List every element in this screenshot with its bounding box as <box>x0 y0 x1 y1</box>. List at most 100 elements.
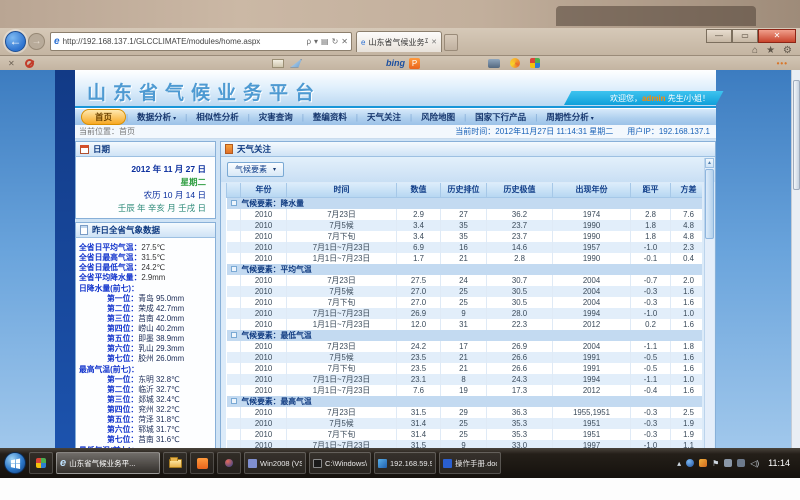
explorer-button[interactable] <box>163 452 187 474</box>
nav-item-4[interactable]: 整编资料 <box>304 110 356 124</box>
table-row[interactable]: 20107月下旬27.02530.52004-0.31.6 <box>227 297 703 308</box>
forward-button[interactable]: → <box>28 33 45 50</box>
taskbar-window-button[interactable]: Win2008 (VS2... <box>244 452 306 474</box>
cell: 19 <box>441 385 487 396</box>
home-icon[interactable]: ⌂ <box>752 45 758 56</box>
scroll-up-icon[interactable]: ▲ <box>705 158 714 168</box>
back-button[interactable]: ← <box>5 31 26 52</box>
table-row[interactable]: 20107月5候31.42535.31951-0.31.9 <box>227 418 703 429</box>
collapse-icon[interactable] <box>231 266 237 272</box>
orange-search-icon[interactable]: P <box>409 58 420 69</box>
player-app-button[interactable] <box>217 452 241 474</box>
table-row[interactable]: 20107月下旬23.52126.61991-0.51.6 <box>227 363 703 374</box>
search-icon[interactable]: ρ <box>306 37 311 46</box>
table-row[interactable]: 20107月1日~7月23日26.9928.01994-1.01.0 <box>227 308 703 319</box>
maximize-button[interactable]: ▭ <box>732 29 758 43</box>
table-group-row[interactable]: 气候要素：降水量 <box>227 197 703 209</box>
tray-chevron-icon[interactable]: ▴ <box>677 459 681 468</box>
close-toolbar-icon[interactable]: ✕ <box>8 59 15 68</box>
column-header[interactable]: 出现年份 <box>553 183 631 197</box>
browser-scrollbar[interactable] <box>791 70 800 448</box>
column-header[interactable]: 历史排位 <box>441 183 487 197</box>
favorites-star-icon[interactable]: ★ <box>766 45 775 56</box>
collapse-icon[interactable] <box>231 398 237 404</box>
table-row[interactable]: 20101月1日~7月23日12.03122.320120.21.6 <box>227 319 703 330</box>
column-header[interactable]: 距平 <box>631 183 671 197</box>
taskbar-window-button[interactable]: 192.168.59.99... <box>374 452 436 474</box>
url-text[interactable]: http://192.168.137.1/GLCCLIMATE/modules/… <box>63 37 304 46</box>
background-window[interactable] <box>556 6 756 26</box>
table-row[interactable]: 20101月1日~7月23日1.7212.81990-0.10.4 <box>227 253 703 264</box>
minimize-button[interactable]: — <box>706 29 732 43</box>
browser-tab[interactable]: e 山东省气候业务平... ✕ <box>356 31 442 52</box>
column-header[interactable]: 年份 <box>241 183 287 197</box>
table-group-row[interactable]: 气候要素：最低气温 <box>227 330 703 341</box>
grid-app-icon[interactable] <box>530 58 540 68</box>
table-group-row[interactable]: 气候要素：平均气温 <box>227 264 703 275</box>
refresh-icon[interactable]: ↻ <box>332 37 339 46</box>
climate-element-button[interactable]: 气候要素 ▾ <box>227 162 284 177</box>
action-center-flag-icon[interactable]: ⚑ <box>712 459 719 468</box>
column-header[interactable]: 时间 <box>287 183 397 197</box>
collapse-icon[interactable] <box>231 200 237 206</box>
media-app-button[interactable] <box>190 452 214 474</box>
table-row[interactable]: 20107月23日24.21726.92004-1.11.8 <box>227 341 703 352</box>
nav-item-7[interactable]: 国家下行产品 <box>466 110 535 124</box>
tab-close-icon[interactable]: ✕ <box>431 38 437 46</box>
table-row[interactable]: 20107月5候27.02530.52004-0.31.6 <box>227 286 703 297</box>
volume-icon[interactable]: ◁) <box>750 459 759 468</box>
settings-gear-icon[interactable]: ⚙ <box>783 45 792 56</box>
table-row[interactable]: 20107月23日2.92736.219742.87.6 <box>227 209 703 220</box>
table-row[interactable]: 20107月5候23.52126.61991-0.51.6 <box>227 352 703 363</box>
panel-scrollbar[interactable]: ▲ ▼ <box>704 158 714 476</box>
address-bar[interactable]: e http://192.168.137.1/GLCCLIMATE/module… <box>50 32 352 51</box>
nav-item-8[interactable]: 周期性分析▾ <box>537 110 603 124</box>
table-group-row[interactable]: 气候要素：最高气温 <box>227 396 703 407</box>
blocked-icon[interactable] <box>25 59 34 68</box>
scrollbar-thumb[interactable] <box>705 169 714 239</box>
table-row[interactable]: 20107月23日27.52430.72004-0.72.0 <box>227 275 703 286</box>
nav-item-1[interactable]: 数据分析▾ <box>128 110 185 124</box>
display-icon[interactable] <box>737 459 745 467</box>
column-header[interactable]: 方差 <box>671 183 703 197</box>
pinned-app-icon[interactable] <box>29 452 53 474</box>
table-row[interactable]: 20107月1日~7月23日23.1824.31994-1.11.0 <box>227 374 703 385</box>
table-row[interactable]: 20107月1日~7月23日6.91614.61957-1.02.3 <box>227 242 703 253</box>
chevron-down-icon[interactable]: ▾ <box>314 37 318 46</box>
column-header[interactable]: 数值 <box>397 183 441 197</box>
send-icon[interactable] <box>290 59 302 68</box>
nav-item-3[interactable]: 灾害查询 <box>250 110 302 124</box>
nav-item-0[interactable]: 首页 <box>81 109 126 125</box>
nav-item-5[interactable]: 天气关注 <box>358 110 410 124</box>
collapse-icon[interactable] <box>231 332 237 338</box>
panel-flag-icon <box>225 144 233 154</box>
new-tab-button[interactable] <box>444 34 458 51</box>
mail-icon[interactable] <box>272 59 284 68</box>
table-row[interactable]: 20107月下旬31.42535.31951-0.31.9 <box>227 429 703 440</box>
close-button[interactable]: ✕ <box>758 29 796 43</box>
table-row[interactable]: 20107月5候3.43523.719901.84.8 <box>227 220 703 231</box>
taskbar-window-button[interactable]: 操作手册.docx ... <box>439 452 501 474</box>
nav-item-6[interactable]: 风险地图 <box>412 110 464 124</box>
column-header[interactable]: 历史极值 <box>487 183 553 197</box>
cell: 30.5 <box>487 297 553 308</box>
taskbar-clock[interactable]: 11:14 <box>768 458 790 468</box>
stop-icon[interactable]: ✕ <box>341 37 348 46</box>
start-button[interactable] <box>4 452 26 474</box>
more-dots-icon[interactable]: ••• <box>777 59 788 68</box>
taskbar-ie-button[interactable]: e 山东省气候业务平... <box>56 452 160 474</box>
table-row[interactable]: 20107月下旬3.43523.719901.84.8 <box>227 231 703 242</box>
network-status-icon[interactable] <box>686 459 694 467</box>
bing-logo[interactable]: bing <box>386 58 405 68</box>
update-icon[interactable] <box>724 459 732 467</box>
taskbar-window-button[interactable]: C:\Windows\s... <box>309 452 371 474</box>
browser-scrollbar-thumb[interactable] <box>793 80 800 190</box>
stat-row: 全省平均降水量：2.9mm <box>79 273 212 283</box>
nav-item-2[interactable]: 相似性分析 <box>187 110 248 124</box>
compatibility-icon[interactable]: ▤ <box>321 37 329 46</box>
table-row[interactable]: 20101月1日~7月23日7.61917.32012-0.41.6 <box>227 385 703 396</box>
camera-icon[interactable] <box>488 59 500 68</box>
sparkle-icon[interactable] <box>510 58 520 68</box>
security-app-icon[interactable] <box>699 459 707 467</box>
table-row[interactable]: 20107月23日31.52936.31955,1951-0.32.5 <box>227 407 703 418</box>
